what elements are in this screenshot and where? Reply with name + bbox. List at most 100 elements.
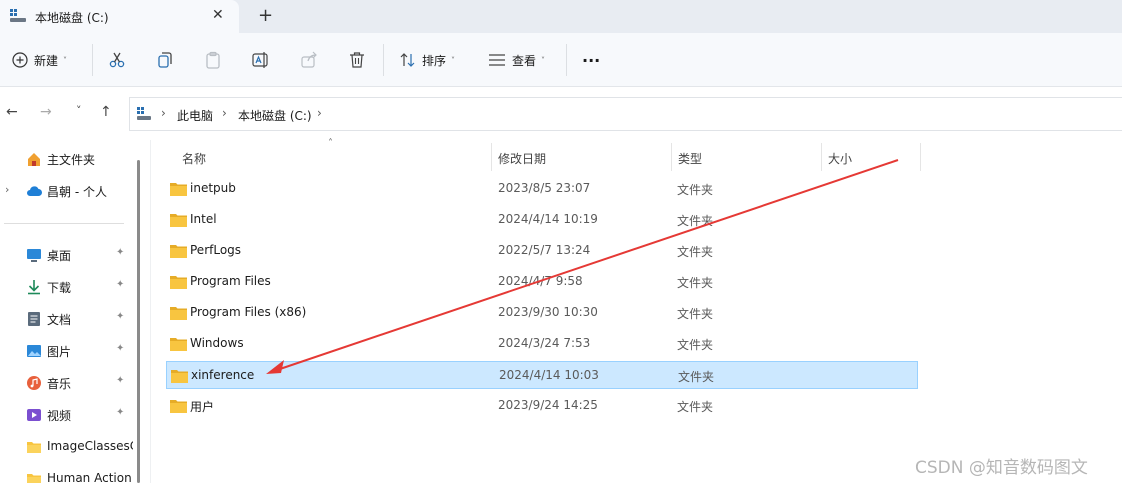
file-name: Program Files — [190, 274, 271, 288]
sidebar-item-folder[interactable]: ImageClassesC — [0, 433, 133, 461]
pin-icon: ✦ — [116, 311, 125, 322]
sidebar-item-videos[interactable]: 视频 ✦ — [0, 401, 140, 429]
share-icon — [301, 51, 317, 68]
column-header-name[interactable]: 名称 — [182, 150, 206, 167]
sidebar-item-label: 桌面 — [47, 249, 72, 263]
table-row[interactable]: Program Files (x86) 2023/9/30 10:30 文件夹 — [166, 299, 918, 327]
share-button[interactable] — [300, 33, 318, 87]
up-button[interactable]: ↑ — [100, 104, 112, 120]
pin-icon: ✦ — [116, 375, 125, 386]
home-icon — [28, 153, 40, 166]
sidebar-item-label: 主文件夹 — [47, 153, 96, 167]
expand-chevron-icon[interactable]: › — [5, 183, 9, 196]
pane-divider — [150, 140, 151, 483]
tab-local-disk[interactable]: 本地磁盘 (C:) ✕ — [0, 0, 239, 33]
sort-label: 排序 — [422, 53, 447, 68]
sidebar-item-documents[interactable]: 文档 ✦ — [0, 305, 140, 333]
file-name: PerfLogs — [190, 243, 242, 257]
back-button[interactable]: ← — [6, 104, 18, 120]
clipboard-icon — [206, 51, 220, 69]
sidebar-item-label: 下载 — [47, 281, 72, 295]
table-row[interactable]: xinference 2024/4/14 10:03 文件夹 — [166, 361, 918, 389]
file-type: 文件夹 — [677, 245, 714, 259]
sidebar-item-folder[interactable]: Human Action — [0, 465, 133, 483]
table-row[interactable]: Program Files 2024/4/7 9:58 文件夹 — [166, 268, 918, 296]
file-name: Intel — [190, 212, 217, 226]
copy-button[interactable] — [156, 33, 174, 87]
picture-icon — [27, 345, 41, 357]
copy-icon — [158, 52, 172, 68]
file-name: Windows — [190, 336, 244, 350]
column-separator[interactable] — [671, 143, 672, 171]
breadcrumb-this-pc[interactable]: 此电脑 — [177, 107, 213, 124]
view-list-icon — [489, 54, 505, 66]
file-modified: 2024/4/14 10:03 — [499, 368, 599, 382]
tab-title: 本地磁盘 (C:) — [35, 11, 109, 25]
toolbar-divider — [566, 44, 567, 76]
document-icon — [28, 312, 40, 326]
file-type: 文件夹 — [677, 307, 714, 321]
file-type: 文件夹 — [677, 214, 714, 228]
music-icon — [27, 376, 41, 390]
breadcrumb-separator[interactable]: › — [222, 106, 227, 120]
folder-icon — [170, 245, 187, 258]
breadcrumb-separator[interactable]: › — [317, 106, 322, 120]
folder-icon — [170, 214, 187, 227]
new-label: 新建 — [34, 53, 59, 68]
cut-button[interactable] — [108, 33, 126, 87]
breadcrumb-separator[interactable]: › — [161, 106, 166, 120]
drive-icon — [10, 9, 26, 22]
column-header-modified[interactable]: 修改日期 — [498, 150, 546, 167]
folder-icon — [170, 400, 187, 413]
file-modified: 2024/3/24 7:53 — [498, 336, 591, 350]
recent-locations-button[interactable]: ˅ — [76, 104, 82, 117]
file-type: 文件夹 — [677, 183, 714, 197]
file-name: xinference — [191, 368, 255, 382]
column-header-type[interactable]: 类型 — [678, 150, 702, 167]
sidebar-item-home[interactable]: 主文件夹 — [0, 145, 140, 173]
table-row[interactable]: PerfLogs 2022/5/7 13:24 文件夹 — [166, 237, 918, 265]
sidebar-item-label: Human Action — [47, 471, 132, 483]
file-modified: 2023/9/30 10:30 — [498, 305, 598, 319]
view-button[interactable]: 查看 ˅ — [488, 33, 545, 87]
forward-button[interactable]: → — [40, 104, 52, 120]
pin-icon: ✦ — [116, 343, 125, 354]
pin-icon: ✦ — [116, 279, 125, 290]
column-separator[interactable] — [491, 143, 492, 171]
new-tab-button[interactable]: + — [258, 5, 273, 26]
column-header-size[interactable]: 大小 — [828, 150, 852, 167]
chevron-down-icon: ˅ — [541, 55, 546, 65]
file-modified: 2024/4/7 9:58 — [498, 274, 583, 288]
sort-button[interactable]: 排序 ˅ — [400, 33, 455, 87]
delete-button[interactable] — [348, 33, 366, 87]
column-separator[interactable] — [920, 143, 921, 171]
column-separator[interactable] — [821, 143, 822, 171]
sidebar-scrollbar[interactable] — [137, 160, 140, 483]
pin-icon: ✦ — [116, 247, 125, 258]
sidebar-item-label: 音乐 — [47, 377, 72, 391]
tab-strip: 本地磁盘 (C:) ✕ + — [0, 0, 1122, 33]
table-row[interactable]: Windows 2024/3/24 7:53 文件夹 — [166, 330, 918, 358]
close-tab-icon[interactable]: ✕ — [212, 7, 224, 23]
folder-icon — [171, 370, 188, 383]
video-icon — [27, 409, 41, 421]
paste-button[interactable] — [204, 33, 222, 87]
breadcrumb-local-disk[interactable]: 本地磁盘 (C:) — [238, 107, 312, 124]
table-row[interactable]: inetpub 2023/8/5 23:07 文件夹 — [166, 175, 918, 203]
more-options-button[interactable]: ··· — [582, 33, 600, 87]
rename-button[interactable] — [252, 33, 270, 87]
sidebar-item-downloads[interactable]: 下载 ✦ — [0, 273, 140, 301]
new-button[interactable]: 新建 ˅ — [12, 33, 67, 87]
sidebar-item-pictures[interactable]: 图片 ✦ — [0, 337, 140, 365]
table-row[interactable]: Intel 2024/4/14 10:19 文件夹 — [166, 206, 918, 234]
file-name: 用户 — [190, 400, 215, 414]
folder-icon — [170, 338, 187, 351]
sidebar-item-music[interactable]: 音乐 ✦ — [0, 369, 140, 397]
sidebar-item-onedrive[interactable]: › 昌朝 - 个人 — [0, 177, 140, 205]
sort-ascending-icon: ˄ — [328, 138, 333, 149]
rename-icon — [252, 52, 268, 68]
table-row[interactable]: 用户 2023/9/24 14:25 文件夹 — [166, 392, 918, 420]
sidebar-item-label: 图片 — [47, 345, 72, 359]
scissors-icon — [109, 52, 125, 68]
sidebar-item-desktop[interactable]: 桌面 ✦ — [0, 241, 140, 269]
